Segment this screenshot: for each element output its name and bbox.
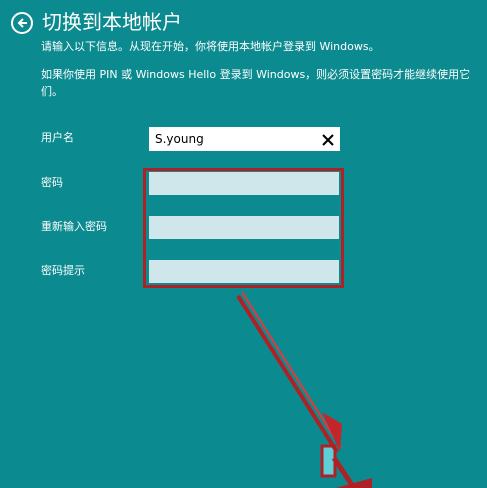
- password-hint-field[interactable]: [149, 260, 339, 283]
- username-label: 用户名: [41, 131, 74, 144]
- description-line-1: 请输入以下信息。从现在开始，你将使用本地帐户登录到 Windows。: [41, 40, 380, 53]
- password-hint-label: 密码提示: [41, 264, 85, 277]
- username-value: S.young: [155, 132, 204, 146]
- arrow-line-highlight: [241, 291, 342, 449]
- description-line-2: 如果你使用 PIN 或 Windows Hello 登录到 Windows，则必…: [41, 68, 471, 98]
- password-field[interactable]: [149, 172, 339, 195]
- back-arrow-icon: [17, 18, 27, 28]
- close-icon: [322, 134, 334, 146]
- back-button[interactable]: [11, 12, 33, 34]
- page-title: 切换到本地帐户: [42, 10, 182, 34]
- arrow-line-primary: [236, 294, 339, 454]
- arrow-head: [322, 412, 342, 452]
- partial-button-edge: [320, 444, 337, 478]
- arrow-line-lower: [331, 456, 357, 488]
- reenter-password-field[interactable]: [149, 216, 339, 239]
- password-label: 密码: [41, 176, 63, 189]
- clear-button[interactable]: [321, 132, 335, 146]
- arrow-head-lower: [336, 478, 372, 488]
- username-field[interactable]: S.young: [149, 127, 340, 151]
- reenter-password-label: 重新输入密码: [41, 220, 107, 233]
